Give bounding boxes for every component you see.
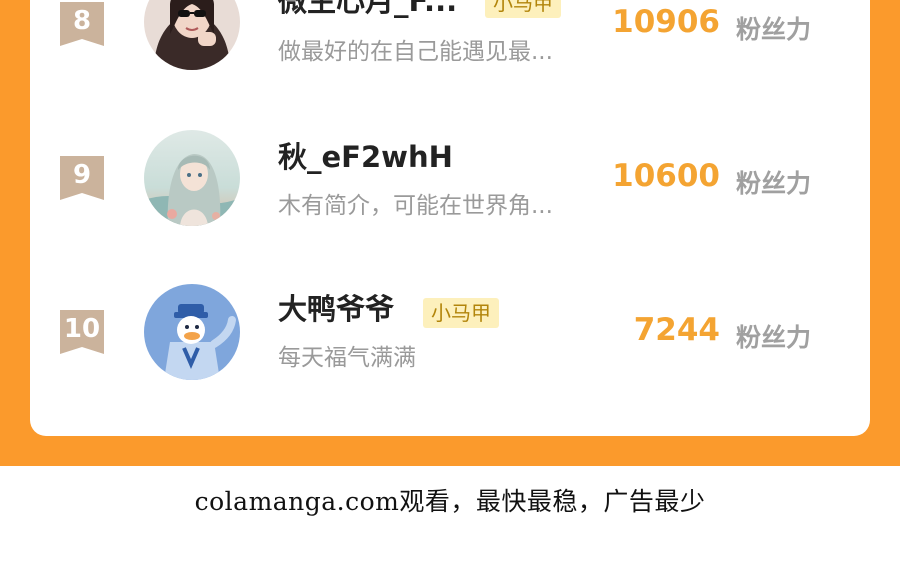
rank-badge: 10 bbox=[60, 310, 104, 354]
watermark-footer: colamanga.com观看，最快最稳，广告最少 bbox=[194, 487, 706, 516]
fans-count: 10906 bbox=[612, 4, 720, 40]
avatar-duck-sailor-icon bbox=[144, 284, 240, 380]
ranking-row-8[interactable]: 8 微生心月_F... 小马甲 做最好的在自己能遇见最... 10906 粉丝力 bbox=[30, 0, 870, 70]
ranking-row-10[interactable]: 10 大鸭爷爷 小马甲 每天福气满满 7244 粉丝力 bbox=[30, 280, 870, 380]
avatar-anime-girl-icon bbox=[144, 130, 240, 226]
rank-badge: 8 bbox=[60, 2, 104, 46]
avatar[interactable] bbox=[144, 130, 240, 226]
fans-count: 7244 bbox=[633, 312, 720, 348]
fans-label: 粉丝力 bbox=[736, 323, 812, 352]
user-bio: 做最好的在自己能遇见最... bbox=[278, 39, 553, 65]
vest-badge: 小马甲 bbox=[485, 0, 561, 18]
vest-badge: 小马甲 bbox=[423, 298, 499, 328]
fans-count: 10600 bbox=[612, 158, 720, 194]
user-name[interactable]: 微生心月_F... bbox=[278, 0, 457, 20]
user-bio: 木有简介，可能在世界角... bbox=[278, 193, 553, 219]
ranking-row-9[interactable]: 9 秋_eF2whH 木有简介，可能在世界角... 10600 粉丝力 bbox=[30, 126, 870, 226]
fans-label: 粉丝力 bbox=[736, 15, 812, 44]
rank-badge: 9 bbox=[60, 156, 104, 200]
user-name[interactable]: 秋_eF2whH bbox=[278, 134, 453, 176]
fans-label: 粉丝力 bbox=[736, 169, 812, 198]
user-bio: 每天福气满满 bbox=[278, 345, 416, 371]
ranking-card: 8 微生心月_F... 小马甲 做最好的在自己能遇见最... 10906 粉丝力… bbox=[30, 0, 870, 436]
user-name[interactable]: 大鸭爷爷 bbox=[278, 286, 394, 328]
avatar[interactable] bbox=[144, 0, 240, 70]
avatar[interactable] bbox=[144, 284, 240, 380]
avatar-woman-sunglasses-icon bbox=[144, 0, 240, 70]
